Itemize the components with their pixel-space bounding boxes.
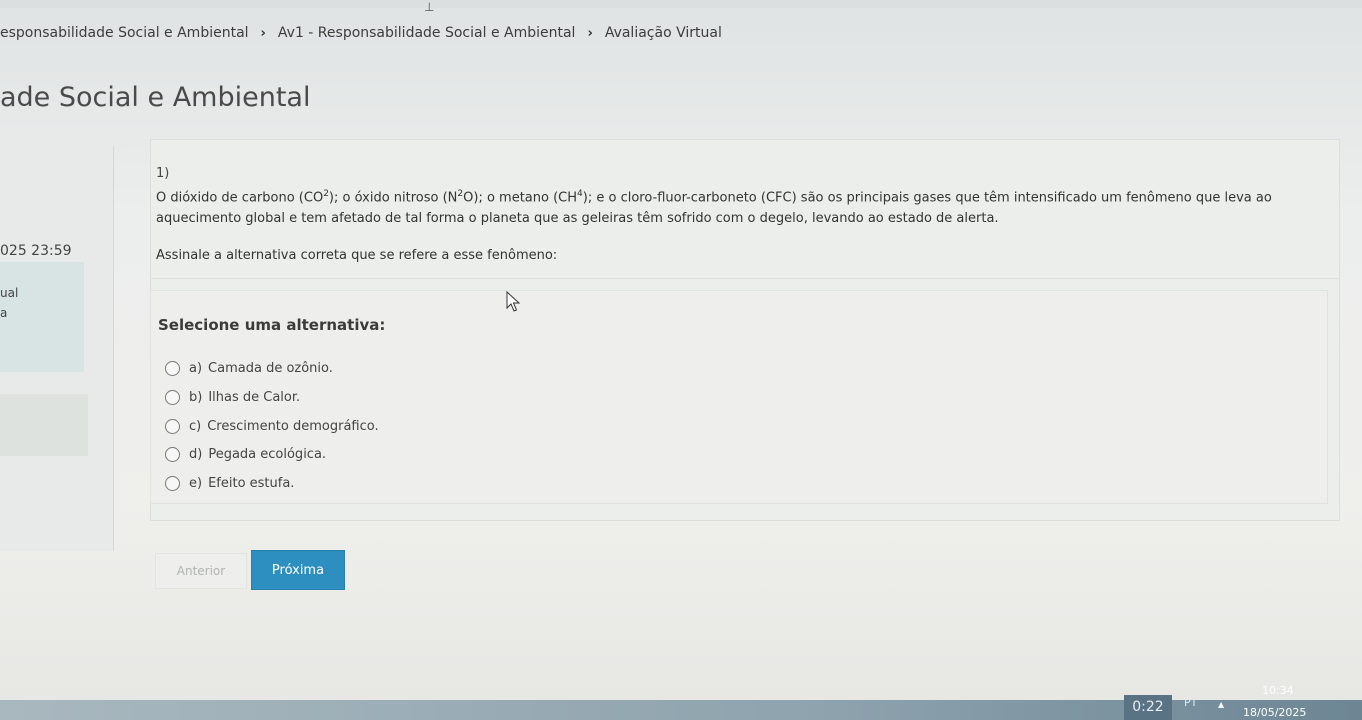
top-bar — [0, 0, 1362, 8]
option-letter: a) — [189, 360, 203, 376]
clock-time[interactable]: 10:34 — [1262, 684, 1294, 697]
radio-button[interactable] — [165, 418, 180, 434]
page-title: ade Social e Ambiental — [0, 82, 311, 113]
radio-button[interactable] — [165, 360, 180, 376]
select-alternative-label: Selecione uma alternativa: — [158, 316, 386, 334]
option-letter: d) — [189, 446, 203, 462]
breadcrumb: esponsabilidade Social e Ambiental › Av1… — [0, 22, 722, 44]
clock-date[interactable]: 18/05/2025 — [1243, 706, 1306, 719]
left-secondary-block — [0, 394, 88, 456]
question-text-part: O dióxido de carbono (CO — [156, 190, 324, 206]
option-letter: c) — [189, 418, 202, 434]
option-a[interactable]: a) Camada de ozônio. — [165, 358, 333, 378]
timer-display: 0:22 — [1124, 695, 1172, 720]
question-text-part: O); o metano (CH — [463, 190, 578, 206]
breadcrumb-current: Avaliação Virtual — [604, 25, 722, 41]
option-letter: b) — [189, 389, 203, 405]
radio-button[interactable] — [165, 475, 180, 491]
left-info-block: ual a — [0, 262, 84, 372]
radio-button[interactable] — [165, 389, 180, 405]
deadline-date: 025 23:59 — [0, 243, 72, 259]
radio-button[interactable] — [165, 446, 180, 462]
question-number: 1) — [156, 166, 170, 181]
option-b[interactable]: b) Ilhas de Calor. — [165, 387, 300, 407]
option-d[interactable]: d) Pegada ecológica. — [165, 444, 326, 464]
option-letter: e) — [189, 475, 203, 491]
divider — [150, 278, 1340, 279]
option-e[interactable]: e) Efeito estufa. — [165, 473, 294, 493]
breadcrumb-course[interactable]: esponsabilidade Social e Ambiental — [0, 25, 249, 41]
left-block-line2: a — [0, 306, 8, 320]
option-text: Crescimento demográfico. — [207, 418, 379, 434]
chevron-right-icon: › — [587, 25, 593, 41]
top-logo-icon: ⊥ — [424, 0, 435, 14]
option-text: Ilhas de Calor. — [208, 389, 301, 405]
left-block-line1: ual — [0, 286, 19, 300]
language-indicator[interactable]: PT — [1184, 696, 1197, 709]
breadcrumb-assessment[interactable]: Av1 - Responsabilidade Social e Ambienta… — [278, 25, 576, 41]
option-text: Pegada ecológica. — [208, 446, 327, 462]
question-instruction: Assinale a alternativa correta que se re… — [156, 248, 558, 263]
question-text-part: ); o óxido nitroso (N — [328, 190, 458, 206]
previous-button[interactable]: Anterior — [155, 553, 247, 589]
chevron-right-icon: › — [260, 25, 266, 41]
next-button[interactable]: Próxima — [251, 550, 345, 590]
option-text: Camada de ozônio. — [208, 360, 333, 376]
caret-up-icon[interactable]: ▲ — [1218, 700, 1224, 709]
question-text: O dióxido de carbono (CO2); o óxido nitr… — [156, 184, 1316, 229]
mouse-pointer-icon — [506, 291, 521, 312]
option-text: Efeito estufa. — [208, 475, 295, 491]
option-c[interactable]: c) Crescimento demográfico. — [165, 416, 379, 436]
screen: ⊥ esponsabilidade Social e Ambiental › A… — [0, 0, 1362, 720]
